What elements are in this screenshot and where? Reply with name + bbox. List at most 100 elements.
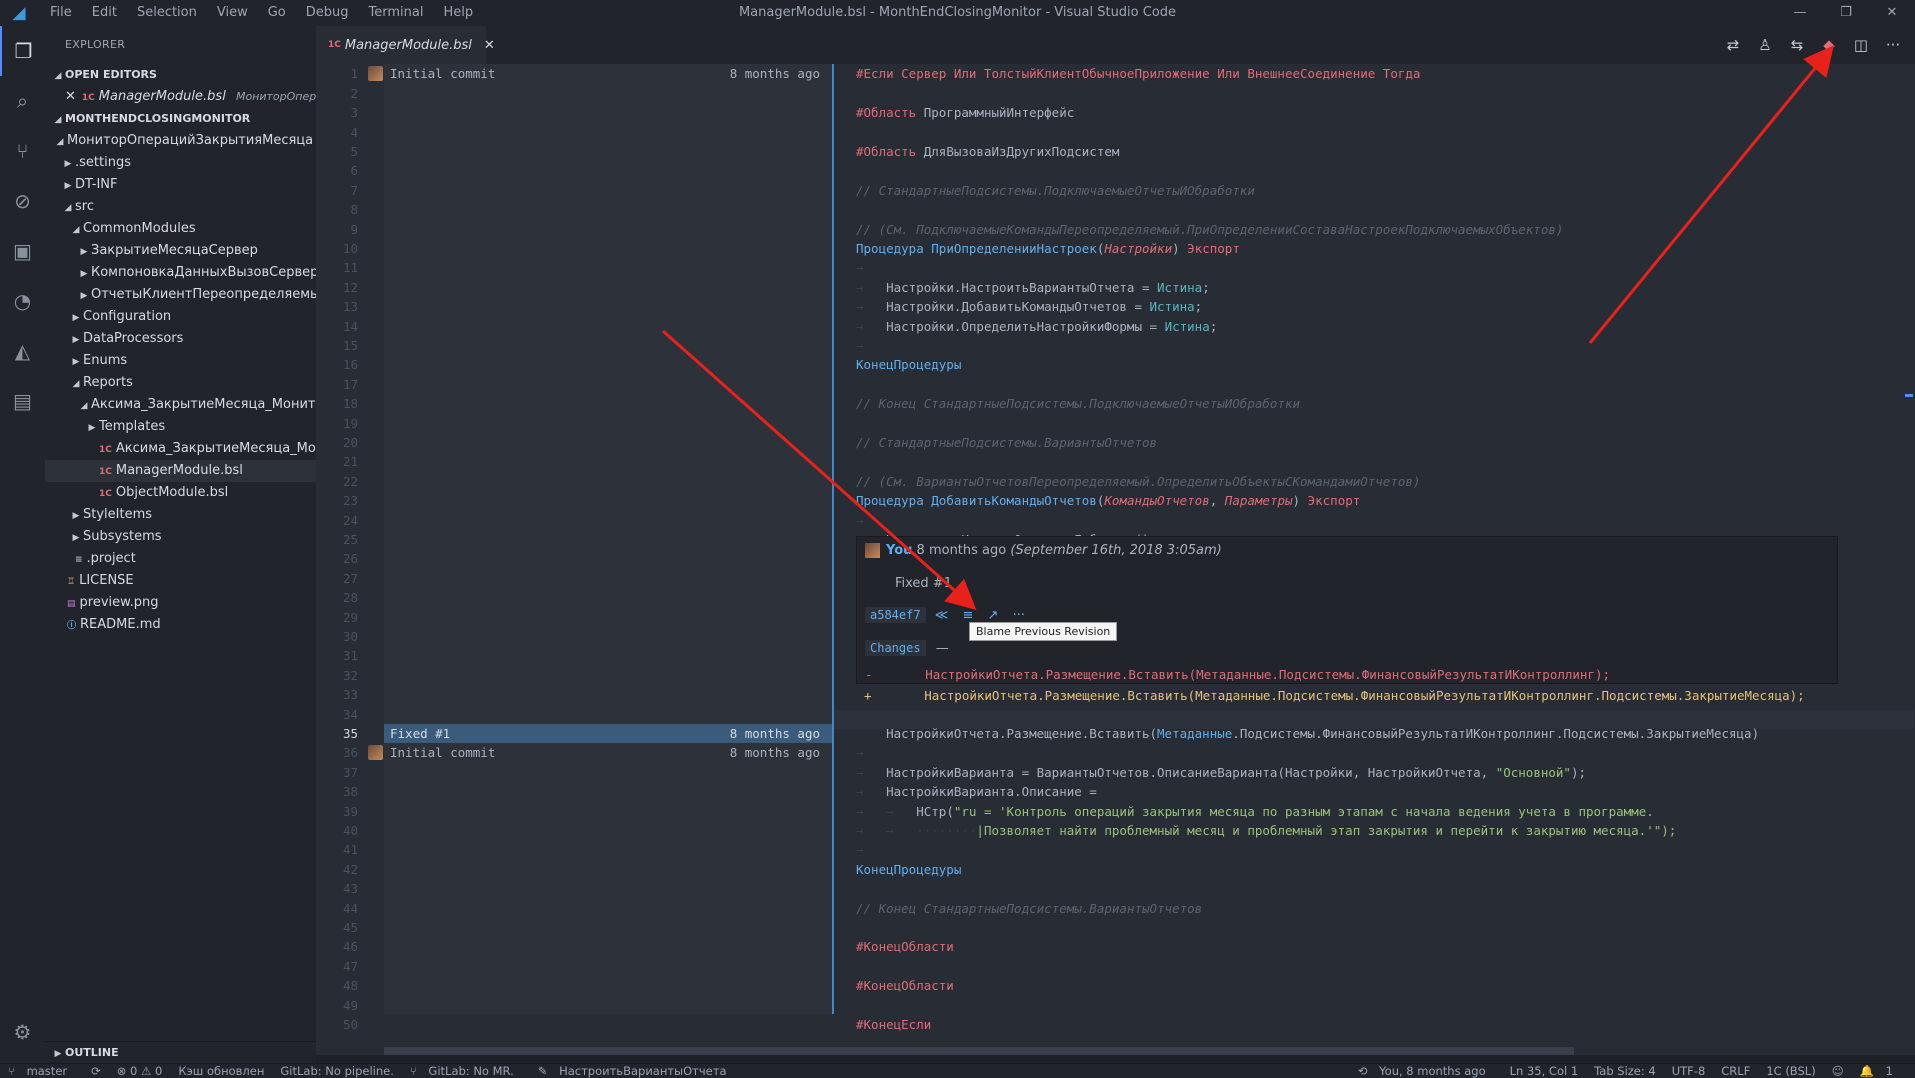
activity-bar: ❐ ⌕ ⑂ ⊘ ▣ ◔ ◭ ▤ ⚙ (0, 26, 45, 1063)
debug-icon[interactable]: ⊘ (0, 176, 45, 226)
language-mode[interactable]: 1C (BSL) (1758, 1064, 1823, 1078)
tree-item-label: МониторОперацийЗакрытияМесяца (67, 133, 314, 148)
tree-item[interactable]: ▶ DataProcessors (45, 328, 316, 350)
tree-item-label: ЗакрытиеМесяцаСервер (91, 243, 258, 258)
open-remote-button[interactable]: ↗ (988, 608, 999, 623)
tab-size[interactable]: Tab Size: 4 (1586, 1064, 1664, 1078)
tree-item[interactable]: ♖ LICENSE (45, 570, 316, 592)
tree-item[interactable]: ◢ Аксима_ЗакрытиеМесяца_Монит... (45, 394, 316, 416)
current-function-status[interactable]: ✎ НастроитьВариантыОтчета (530, 1064, 743, 1078)
split-editor-icon[interactable]: ◫ (1845, 36, 1877, 54)
outline-section[interactable]: ▶ OUTLINE (45, 1041, 316, 1063)
blame-row[interactable]: Fixed #1 8 months ago (384, 724, 832, 743)
gitlens-icon[interactable]: ◆ (1813, 36, 1845, 54)
line-number: 1 (350, 66, 358, 82)
menu-item-edit[interactable]: Edit (82, 0, 127, 26)
tree-item[interactable]: ▶ КомпоновкаДанныхВызовСервера (45, 262, 316, 284)
gitlab-icon[interactable]: ◭ (0, 326, 45, 376)
vertical-scrollbar[interactable] (1903, 64, 1915, 1055)
blame-row[interactable]: Initial commit 8 months ago (368, 64, 832, 83)
tree-item[interactable]: ⓘ README.md (45, 614, 316, 636)
more-commit-actions-button[interactable]: ··· (1013, 608, 1025, 623)
encoding[interactable]: UTF-8 (1664, 1064, 1714, 1078)
tree-item[interactable]: ▶ Configuration (45, 306, 316, 328)
line-number: 34 (342, 706, 358, 722)
menu-item-debug[interactable]: Debug (296, 0, 359, 26)
hover-author: You (886, 543, 913, 558)
menu-item-view[interactable]: View (207, 0, 258, 26)
compare-changes-icon[interactable]: ⇄ (1717, 36, 1749, 54)
source-control-icon[interactable]: ⑂ (0, 126, 45, 176)
toggle-blame-icon[interactable]: ♙ (1749, 36, 1781, 54)
tree-item[interactable]: ▶ StyleItems (45, 504, 316, 526)
cache-status[interactable]: Кэш обновлен (170, 1064, 272, 1078)
tree-item[interactable]: ≡ .project (45, 548, 316, 570)
tree-item[interactable]: ▶ DT-INF (45, 174, 316, 196)
tree-item[interactable]: 1CАксима_ЗакрытиеМесяца_Мони... (45, 438, 316, 460)
blame-status[interactable]: ⟲ You, 8 months ago (1350, 1064, 1502, 1078)
hover-commit-message: Fixed #1 (895, 576, 952, 591)
line-number: 35 (342, 726, 358, 741)
open-editor-item[interactable]: ✕1CManagerModule.bsl МониторОпера... (45, 86, 316, 108)
search-icon[interactable]: ⌕ (0, 76, 45, 126)
close-tab-icon[interactable]: ✕ (484, 38, 495, 53)
line-ending[interactable]: CRLF (1713, 1064, 1758, 1078)
maximize-icon[interactable]: ❐ (1823, 0, 1869, 26)
menu-item-help[interactable]: Help (433, 0, 483, 26)
project-section[interactable]: ◢ MONTHENDCLOSINGMONITOR (45, 108, 316, 130)
blame-ago: 8 months ago (729, 66, 820, 82)
extensions-icon[interactable]: ▣ (0, 226, 45, 276)
git-history-icon[interactable]: ◔ (0, 276, 45, 326)
tree-item-label: Configuration (83, 309, 172, 324)
tree-item[interactable]: ◢ Reports (45, 372, 316, 394)
c1-file-icon: 1C (99, 445, 112, 455)
explorer-title: EXPLORER (65, 38, 126, 51)
tree-item[interactable]: ▶ Enums (45, 350, 316, 372)
tree-item[interactable]: ▶ ОтчетыКлиентПереопределяемый (45, 284, 316, 306)
menu-item-selection[interactable]: Selection (127, 0, 207, 26)
code-editor[interactable]: 1 2 3 4 5 6 7 8 9 10 11 12 13 14 15 16 17 18 19 20 21 22 23 24 2… (316, 64, 1915, 1055)
gitlab-mr-status[interactable]: ⑂ GitLab: No MR. (402, 1064, 530, 1078)
more-actions-icon[interactable]: ··· (1877, 36, 1909, 54)
code-line: #Если Сервер Или ТолстыйКлиентОбычноеПри… (856, 66, 1421, 82)
horizontal-scrollbar[interactable] (384, 1047, 1574, 1055)
branch-status[interactable]: ⑂ master (0, 1064, 83, 1078)
menu-item-terminal[interactable]: Terminal (359, 0, 434, 26)
code-line: // Конец СтандартныеПодсистемы.ВариантыО… (856, 900, 1203, 916)
blame-row[interactable]: Initial commit 8 months ago (368, 743, 832, 762)
open-editors-section[interactable]: ◢ OPEN EDITORS (45, 64, 316, 86)
blame-previous-revision-button[interactable]: ≪ (935, 608, 949, 623)
open-changes-icon[interactable]: ⇆ (1781, 36, 1813, 54)
tree-item[interactable]: ▤ preview.png (45, 592, 316, 614)
tree-item[interactable]: 1C ManagerModule.bsl (45, 460, 316, 482)
compare-button[interactable]: ≡ (962, 608, 973, 623)
commit-sha[interactable]: a584ef7 (865, 607, 926, 623)
changes-link[interactable]: Changes (865, 640, 926, 656)
line-number: 20 (342, 435, 358, 450)
feedback-icon[interactable]: ☺ (1824, 1064, 1852, 1078)
tree-item[interactable]: ◢ МониторОперацийЗакрытияМесяца (45, 130, 316, 152)
tree-item[interactable]: 1C ObjectModule.bsl (45, 482, 316, 504)
tree-item[interactable]: ◢ src (45, 196, 316, 218)
cursor-position[interactable]: Ln 35, Col 1 (1502, 1064, 1587, 1078)
tree-item[interactable]: ▶ Templates (45, 416, 316, 438)
problems-status[interactable]: ⊗ 0 ⚠ 0 (109, 1064, 171, 1078)
menu-item-go[interactable]: Go (258, 0, 296, 26)
code-line: КонецПроцедуры (856, 861, 962, 877)
notifications-icon[interactable]: 🔔 1 (1852, 1064, 1909, 1078)
tree-item[interactable]: ▶ .settings (45, 152, 316, 174)
close-editor-icon[interactable]: ✕ (65, 89, 76, 104)
explorer-icon[interactable]: ❐ (0, 26, 45, 76)
gitlab-pipeline-status[interactable]: GitLab: No pipeline. (272, 1064, 401, 1078)
chevron-down-icon: ◢ (72, 225, 80, 235)
tree-item[interactable]: ▶ ЗакрытиеМесяцаСервер (45, 240, 316, 262)
minimize-icon[interactable]: — (1777, 0, 1823, 26)
tree-item[interactable]: ▶ Subsystems (45, 526, 316, 548)
sync-icon[interactable]: ⟳ (83, 1064, 109, 1078)
tab-manager-module[interactable]: 1C ManagerModule.bsl ✕ (316, 26, 495, 64)
tree-item[interactable]: ◢ CommonModules (45, 218, 316, 240)
docker-icon[interactable]: ▤ (0, 376, 45, 426)
close-window-icon[interactable]: ✕ (1869, 0, 1915, 26)
settings-gear-icon[interactable]: ⚙ (0, 1007, 45, 1057)
menu-item-file[interactable]: File (40, 0, 82, 26)
